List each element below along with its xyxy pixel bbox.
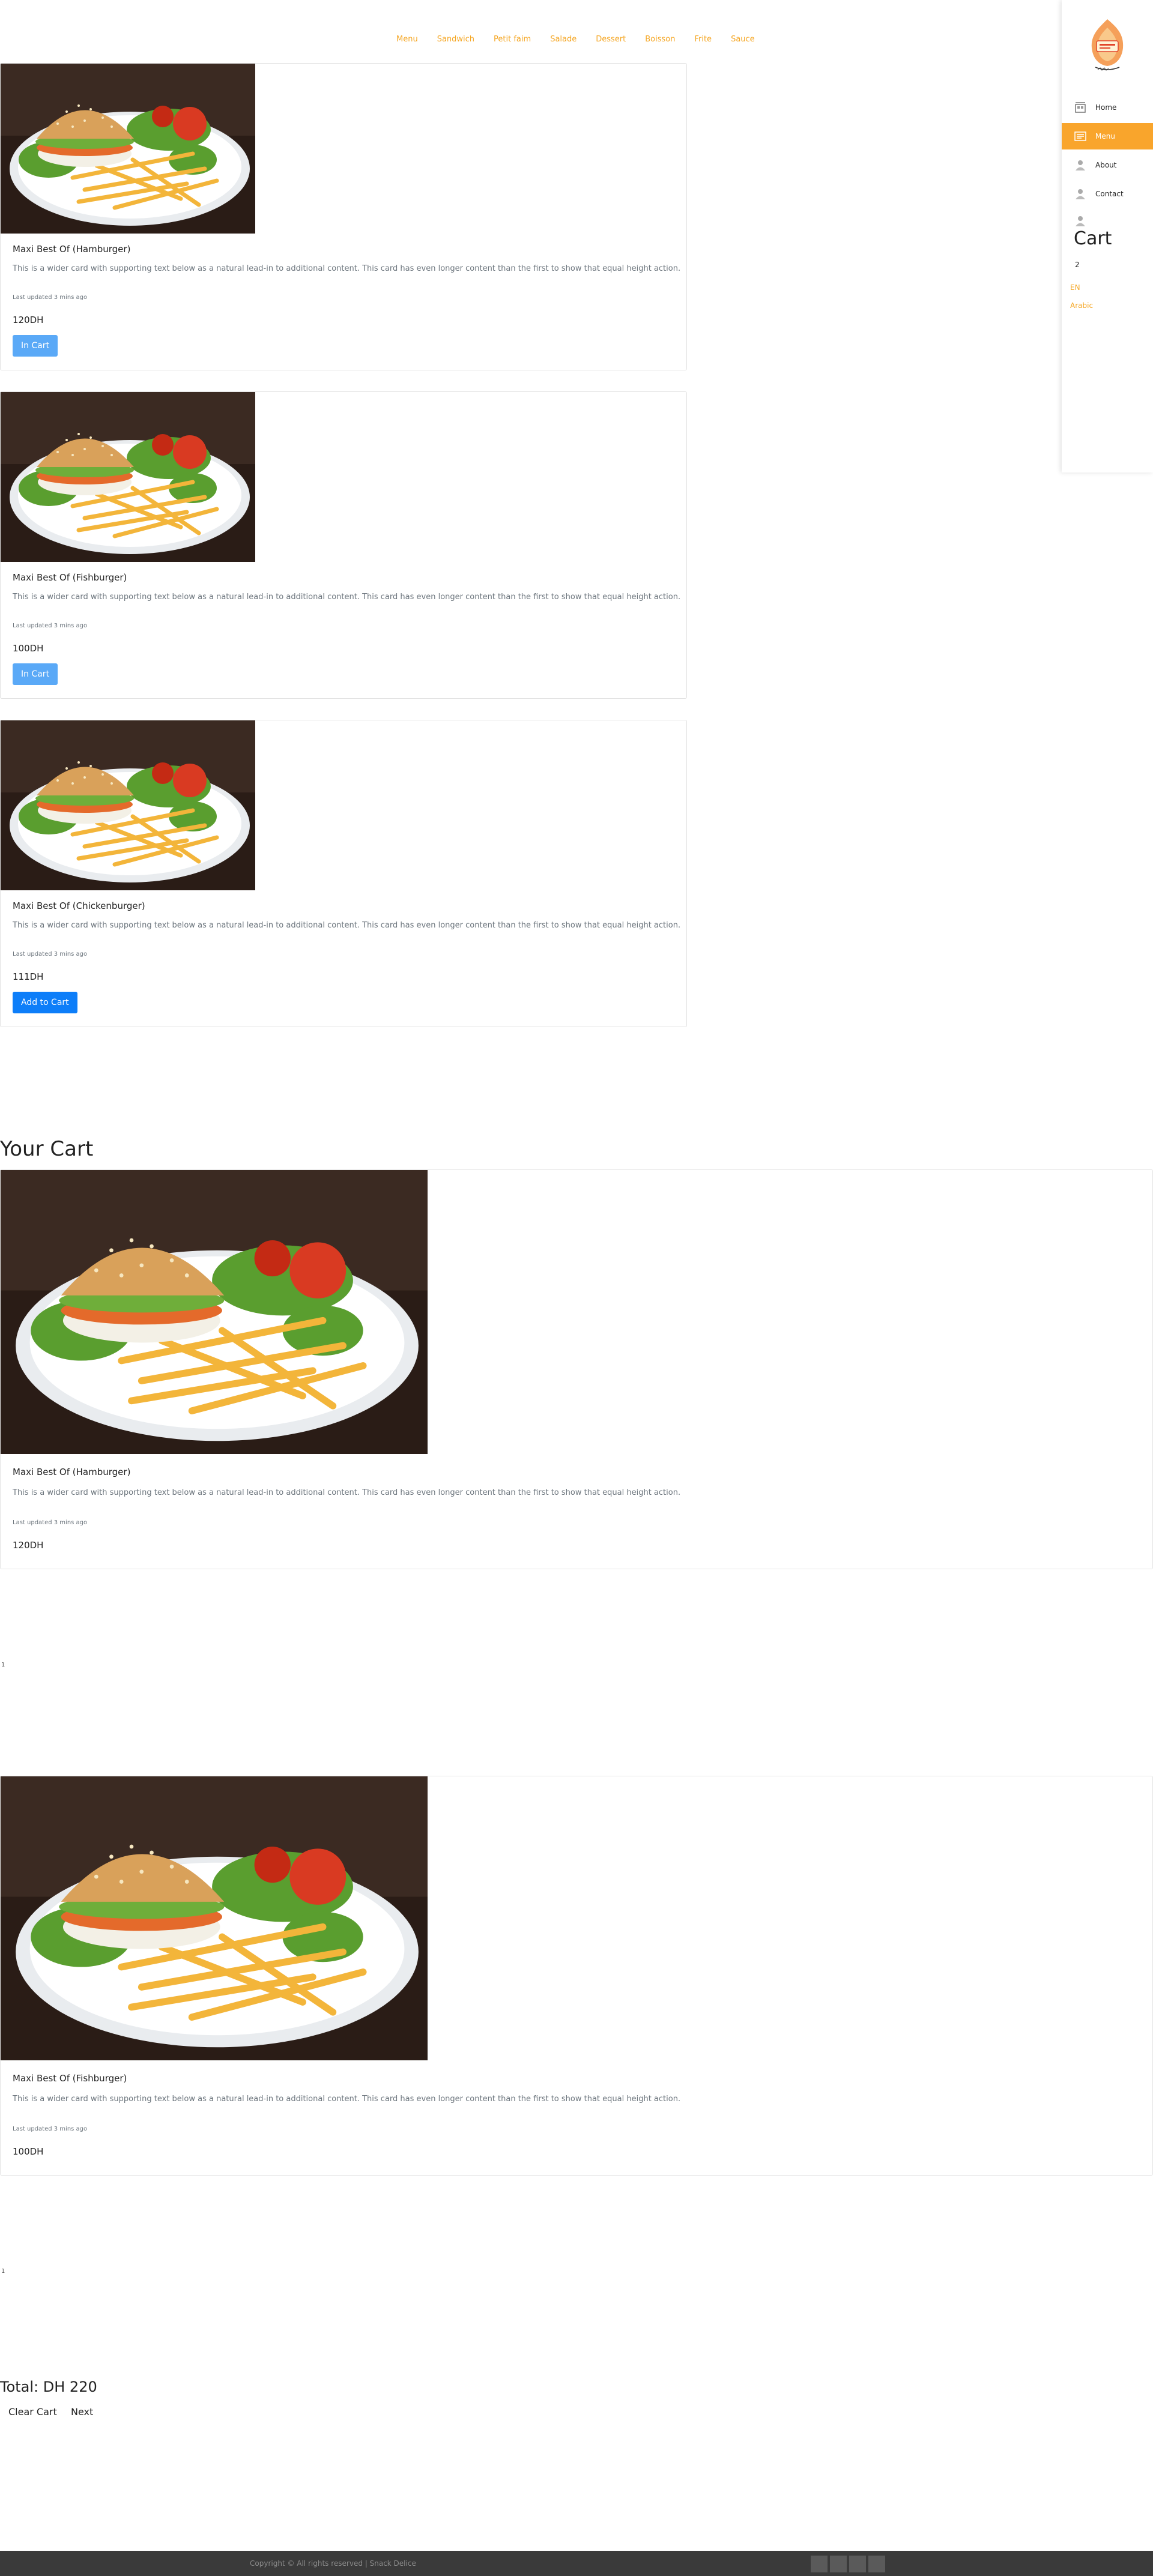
- instagram-icon[interactable]: [849, 2556, 866, 2572]
- cart-title[interactable]: Cart: [1074, 228, 1112, 249]
- cart-item-quantity: 1: [1, 1662, 5, 1668]
- linkedin-icon[interactable]: [868, 2556, 885, 2572]
- your-cart-title: Your Cart: [0, 1137, 94, 1161]
- language-en[interactable]: EN: [1070, 283, 1080, 292]
- product-updated: Last updated 3 mins ago: [13, 294, 88, 301]
- product-price: 100DH: [13, 643, 44, 654]
- next-button[interactable]: Next: [71, 2406, 93, 2418]
- clear-cart-button[interactable]: Clear Cart: [8, 2406, 57, 2418]
- cart-count: 2: [1075, 261, 1080, 269]
- product-image: [1, 720, 255, 890]
- product-description: This is a wider card with supporting tex…: [13, 264, 681, 273]
- nav-salade[interactable]: Salade: [550, 35, 576, 44]
- product-price: 120DH: [13, 315, 44, 325]
- cart-item-price: 120DH: [13, 1540, 44, 1551]
- sidebar-item-menu[interactable]: Menu: [1062, 123, 1153, 149]
- add-to-cart-button[interactable]: Add to Cart: [13, 992, 77, 1013]
- cart-item-updated: Last updated 3 mins ago: [13, 1519, 88, 1526]
- product-card-chickenburger: Maxi Best Of (Chickenburger) This is a w…: [0, 720, 687, 1027]
- cart-item-title: Maxi Best Of (Fishburger): [13, 2073, 127, 2084]
- facebook-icon[interactable]: [811, 2556, 828, 2572]
- product-card-fishburger: Maxi Best Of (Fishburger) This is a wide…: [0, 391, 687, 699]
- sidebar-item-contact[interactable]: Contact: [1062, 181, 1153, 207]
- user-icon: [1074, 188, 1087, 200]
- product-card-hamburger: Maxi Best Of (Hamburger) This is a wider…: [0, 63, 687, 370]
- product-image: [1, 64, 255, 234]
- cart-item-description: This is a wider card with supporting tex…: [13, 2095, 681, 2104]
- nav-menu[interactable]: Menu: [396, 35, 418, 44]
- product-image: [1, 392, 255, 562]
- cart-item-hamburger: Maxi Best Of (Hamburger) This is a wider…: [0, 1169, 1153, 1569]
- product-title: Maxi Best Of (Fishburger): [13, 572, 127, 583]
- product-updated: Last updated 3 mins ago: [13, 623, 88, 629]
- sidebar-item-label: About: [1095, 161, 1117, 169]
- twitter-icon[interactable]: [830, 2556, 847, 2572]
- nav-boisson[interactable]: Boisson: [645, 35, 675, 44]
- cart-item-title: Maxi Best Of (Hamburger): [13, 1467, 131, 1477]
- product-title: Maxi Best Of (Hamburger): [13, 244, 131, 255]
- product-description: This is a wider card with supporting tex…: [13, 593, 681, 602]
- product-updated: Last updated 3 mins ago: [13, 951, 88, 958]
- sidebar-item-about[interactable]: About: [1062, 152, 1153, 178]
- in-cart-button[interactable]: In Cart: [13, 663, 58, 685]
- nav-sauce[interactable]: Sauce: [731, 35, 755, 44]
- cart-item-quantity: 1: [1, 2268, 5, 2275]
- nav-sandwich[interactable]: Sandwich: [437, 35, 474, 44]
- product-price: 111DH: [13, 971, 44, 982]
- product-title: Maxi Best Of (Chickenburger): [13, 900, 145, 911]
- language-arabic[interactable]: Arabic: [1070, 301, 1093, 310]
- home-icon: [1074, 101, 1087, 113]
- nav-petit-faim[interactable]: Petit faim: [494, 35, 531, 44]
- sidebar: Home Menu About Contact Cart 2 EN Arabic: [1062, 0, 1153, 472]
- cart-total: Total: DH 220: [0, 2378, 97, 2395]
- sidebar-item-label: Contact: [1095, 190, 1124, 198]
- top-navigation: Menu Sandwich Petit faim Salade Dessert …: [396, 31, 755, 47]
- product-description: This is a wider card with supporting tex…: [13, 921, 681, 930]
- nav-frite[interactable]: Frite: [694, 35, 712, 44]
- cart-item-fishburger: Maxi Best Of (Fishburger) This is a wide…: [0, 1776, 1153, 2176]
- sidebar-item-label: Menu: [1095, 132, 1115, 140]
- cart-item-description: This is a wider card with supporting tex…: [13, 1488, 681, 1497]
- sidebar-item-home[interactable]: Home: [1062, 94, 1153, 121]
- cart-item-image: [1, 1776, 428, 2060]
- user-icon: [1074, 159, 1087, 171]
- nav-dessert[interactable]: Dessert: [596, 35, 626, 44]
- cart-item-price: 100DH: [13, 2146, 44, 2157]
- in-cart-button[interactable]: In Cart: [13, 335, 58, 357]
- copyright-text: Copyright © All rights reserved | Snack …: [250, 2559, 416, 2568]
- user-icon: [1074, 215, 1087, 229]
- brand-logo[interactable]: [1085, 17, 1130, 74]
- sidebar-item-label: Home: [1095, 103, 1117, 112]
- footer: Copyright © All rights reserved | Snack …: [0, 2551, 1153, 2576]
- cart-item-image: [1, 1170, 428, 1454]
- menu-icon: [1074, 130, 1087, 142]
- cart-item-updated: Last updated 3 mins ago: [13, 2126, 88, 2132]
